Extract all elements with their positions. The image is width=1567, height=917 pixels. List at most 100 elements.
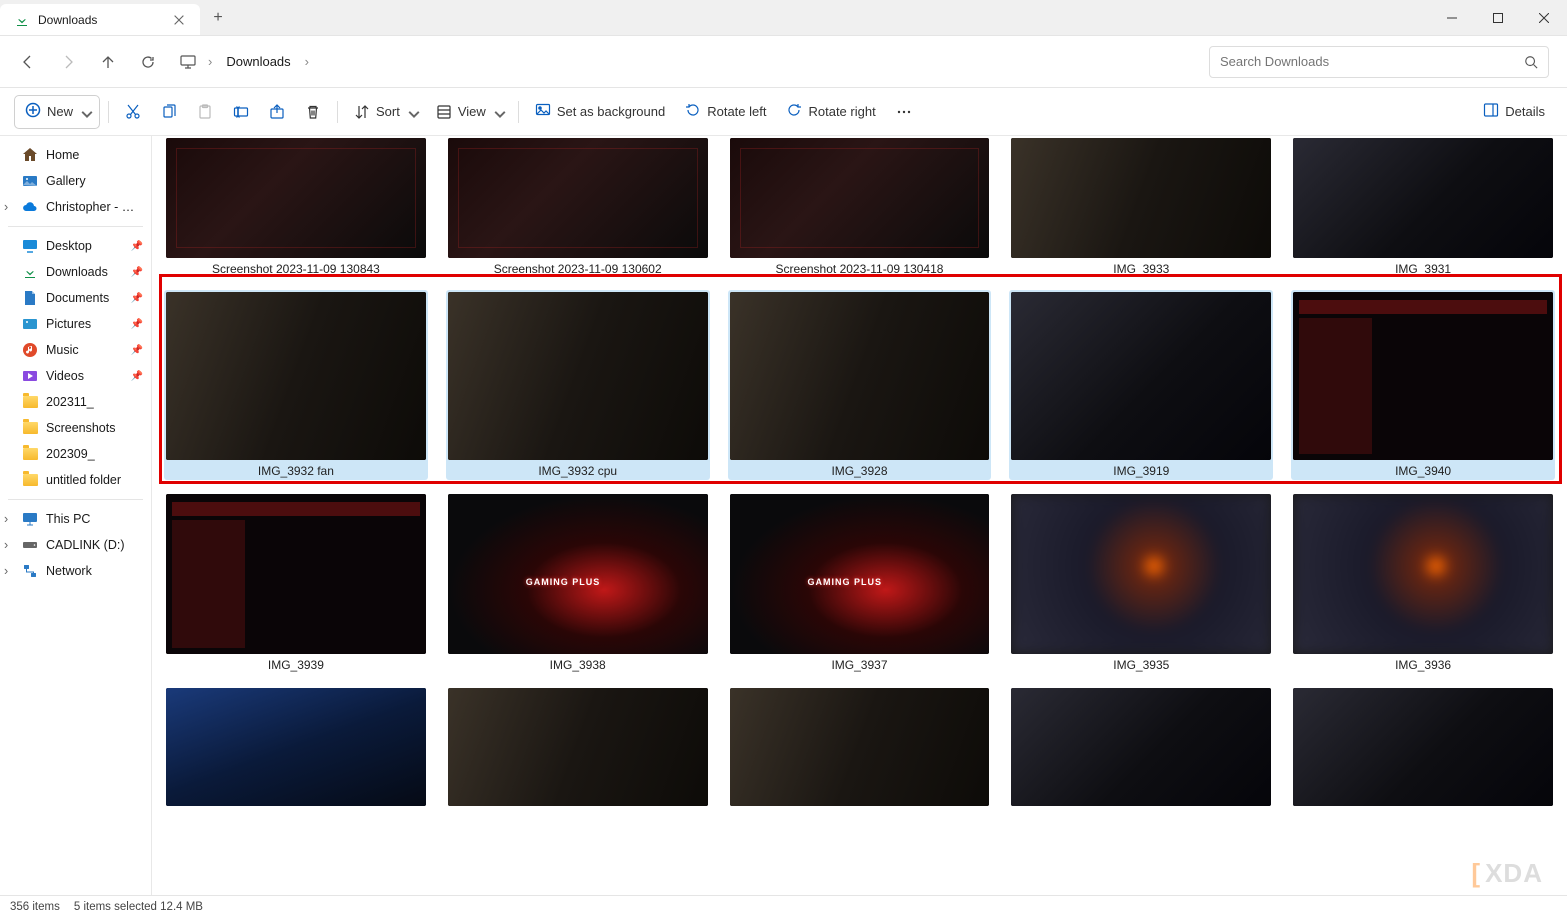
search-box[interactable] [1209,46,1549,78]
rename-button[interactable] [225,95,257,129]
monitor-icon[interactable] [180,54,196,70]
file-thumbnail [730,688,990,806]
sidebar-label: Pictures [46,317,91,331]
pin-icon: 📌 [131,345,143,356]
rotate-left-button[interactable]: Rotate left [677,95,774,129]
chevron-right-icon[interactable]: › [204,54,216,69]
sidebar-quick-item[interactable]: Screenshots [0,415,151,441]
delete-button[interactable] [297,95,329,129]
sidebar-quick-item[interactable]: 202311_ [0,389,151,415]
maximize-button[interactable] [1475,0,1521,35]
paste-button[interactable] [189,95,221,129]
sidebar-quick-item[interactable]: Videos📌 [0,363,151,389]
sidebar-gallery[interactable]: Gallery [0,168,151,194]
file-thumbnail [448,494,708,654]
search-icon[interactable] [1524,55,1538,69]
chevron-right-icon[interactable]: › [4,564,16,578]
folder-icon [22,420,38,436]
file-name: IMG_3932 fan [258,464,334,478]
sidebar-drive[interactable]: ›CADLINK (D:) [0,532,151,558]
sidebar-quick-item[interactable]: 202309_ [0,441,151,467]
breadcrumb-current[interactable]: Downloads [220,50,296,73]
file-thumbnail [1011,494,1271,654]
file-item[interactable]: Screenshot 2023-11-09 130418 [728,136,992,278]
file-thumbnail [1011,138,1271,258]
file-item[interactable] [164,686,428,812]
sidebar-label: 202309_ [46,447,95,461]
sort-button[interactable]: Sort [346,95,424,129]
file-item[interactable]: IMG_3933 [1009,136,1273,278]
file-item[interactable]: IMG_3931 [1291,136,1555,278]
file-item[interactable]: IMG_3937 [728,492,992,674]
window-tab[interactable]: Downloads [0,4,200,35]
new-tab-button[interactable]: + [200,0,236,35]
chevron-right-icon[interactable]: › [301,54,313,69]
sidebar-quick-item[interactable]: Desktop📌 [0,233,151,259]
file-item[interactable]: IMG_3935 [1009,492,1273,674]
sidebar-onedrive[interactable]: › Christopher - Perso [0,194,151,220]
file-item[interactable]: IMG_3936 [1291,492,1555,674]
sidebar-quick-item[interactable]: Music📌 [0,337,151,363]
file-name: IMG_3939 [268,658,324,672]
rotate-right-label: Rotate right [808,104,875,119]
chevron-right-icon[interactable]: › [4,512,16,526]
desktop-icon [22,238,38,254]
file-item[interactable]: IMG_3938 [446,492,710,674]
more-button[interactable] [888,95,920,129]
set-background-button[interactable]: Set as background [527,95,673,129]
file-item[interactable]: IMG_3932 cpu [446,290,710,480]
minimize-button[interactable] [1429,0,1475,35]
file-item[interactable]: IMG_3939 [164,492,428,674]
cut-button[interactable] [117,95,149,129]
sidebar-thispc[interactable]: ›This PC [0,506,151,532]
sidebar-quick-item[interactable]: untitled folder [0,467,151,493]
copy-button[interactable] [153,95,185,129]
sidebar-quick-item[interactable]: Pictures📌 [0,311,151,337]
back-button[interactable] [10,44,46,80]
sidebar-network[interactable]: ›Network [0,558,151,584]
file-name: Screenshot 2023-11-09 130602 [494,262,662,276]
sidebar-label: Christopher - Perso [46,200,141,214]
view-button[interactable]: View [428,95,510,129]
file-item[interactable]: Screenshot 2023-11-09 130843 [164,136,428,278]
chevron-right-icon[interactable]: › [4,538,16,552]
sidebar-quick-item[interactable]: Downloads📌 [0,259,151,285]
share-button[interactable] [261,95,293,129]
file-thumbnail [448,138,708,258]
file-item[interactable] [1291,686,1555,812]
file-name: IMG_3936 [1395,658,1451,672]
main-area: Home Gallery › Christopher - Perso Deskto… [0,136,1567,895]
rotate-right-button[interactable]: Rotate right [778,95,883,129]
details-pane-button[interactable]: Details [1475,95,1553,129]
sort-label: Sort [376,104,400,119]
refresh-button[interactable] [130,44,166,80]
file-item[interactable]: IMG_3940 [1291,290,1555,480]
dl-icon [22,264,38,280]
file-name: IMG_3940 [1395,464,1451,478]
file-item[interactable] [1009,686,1273,812]
sidebar-label: Screenshots [46,421,115,435]
file-item[interactable]: IMG_3919 [1009,290,1273,480]
sidebar-home[interactable]: Home [0,142,151,168]
status-bar: 356 items 5 items selected 12.4 MB [0,895,1567,917]
file-item[interactable] [446,686,710,812]
sidebar-label: Downloads [46,265,108,279]
chevron-right-icon[interactable]: › [4,200,16,214]
up-button[interactable] [90,44,126,80]
search-input[interactable] [1220,54,1524,69]
tab-close-icon[interactable] [172,13,186,27]
tab-title: Downloads [38,13,164,27]
file-item[interactable]: Screenshot 2023-11-09 130602 [446,136,710,278]
file-thumbnail [730,138,990,258]
file-item[interactable]: IMG_3928 [728,290,992,480]
file-item[interactable]: IMG_3932 fan [164,290,428,480]
file-grid-area[interactable]: Screenshot 2023-11-09 130843 Screenshot 2… [152,136,1567,895]
sidebar-quick-item[interactable]: Documents📌 [0,285,151,311]
file-item[interactable] [728,686,992,812]
close-button[interactable] [1521,0,1567,35]
new-button[interactable]: New [14,95,100,129]
folder-icon [22,394,38,410]
forward-button[interactable] [50,44,86,80]
file-thumbnail [448,292,708,460]
sidebar: Home Gallery › Christopher - Perso Deskto… [0,136,152,895]
